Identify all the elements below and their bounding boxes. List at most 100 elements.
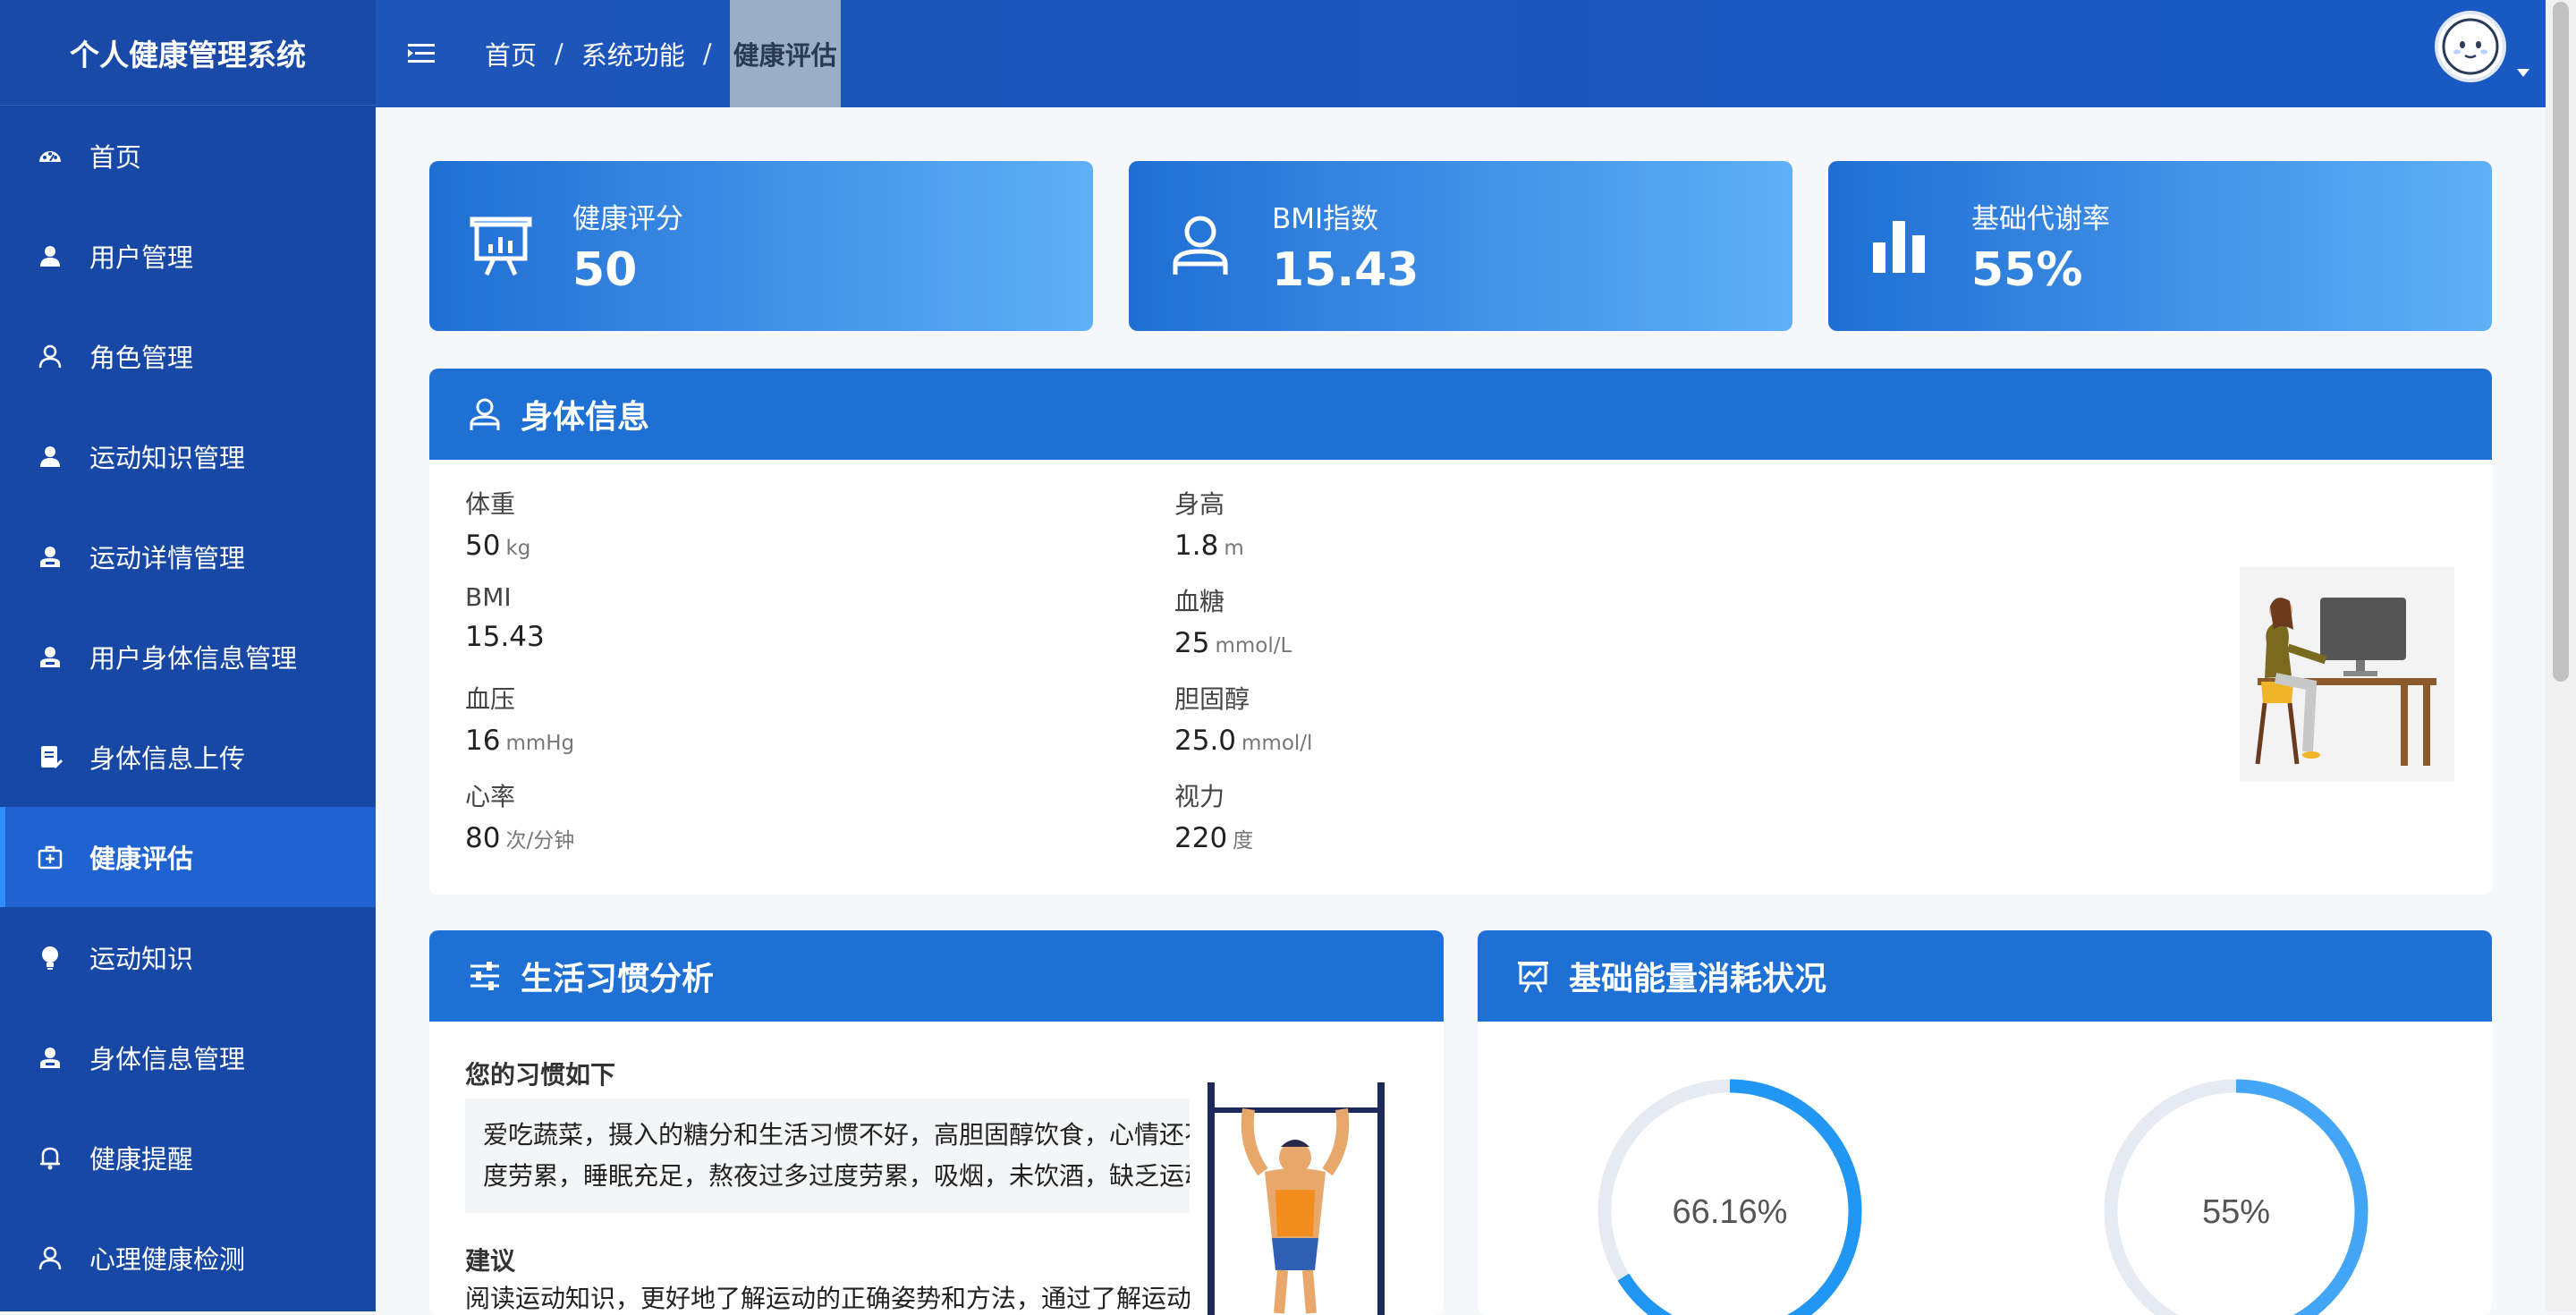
- info-vision: 视力 220 度: [1174, 777, 1801, 854]
- document-edit-icon: [34, 741, 66, 773]
- info-label: 身高: [1174, 489, 1225, 519]
- energy-rings: 66.16% 55%: [1597, 1079, 2368, 1315]
- info-value: 80: [465, 822, 501, 854]
- info-value: 16: [465, 725, 501, 757]
- info-label: BMI: [465, 582, 512, 612]
- user-badge-icon: [34, 540, 66, 573]
- sidebar-item-label: 心理健康检测: [89, 1244, 246, 1275]
- breadcrumb-section[interactable]: 系统功能: [581, 35, 685, 72]
- presentation-chart-icon: [1518, 962, 1548, 993]
- desk-worker-illustration: [2240, 567, 2454, 782]
- person-icon: [470, 398, 500, 430]
- info-unit: mmol/L: [1215, 634, 1292, 658]
- stat-label: 健康评分: [572, 202, 683, 235]
- user-badge-icon: [34, 1041, 66, 1073]
- stat-value: 55%: [1971, 242, 2083, 297]
- card-header: 生活习惯分析: [429, 930, 1444, 1022]
- breadcrumb-separator: /: [555, 38, 564, 69]
- avatar-face-icon: [2442, 18, 2499, 75]
- info-unit: mmHg: [505, 732, 575, 755]
- person-icon: [1173, 216, 1228, 275]
- bulb-icon: [34, 941, 66, 973]
- info-unit: 度: [1233, 829, 1254, 853]
- breadcrumb: 首页 / 系统功能 / 健康评估: [485, 0, 841, 107]
- sidebar-item-9[interactable]: 身体信息管理: [0, 1007, 376, 1107]
- stat-card-bmi: BMI指数 15.43: [1129, 161, 1792, 331]
- sidebar-item-0[interactable]: 首页: [0, 106, 376, 206]
- app-title: 个人健康管理系统: [0, 0, 376, 106]
- info-bmi: BMI 15.43: [465, 582, 1091, 653]
- info-weight: 体重 50 kg: [465, 485, 1091, 562]
- user-menu[interactable]: [2435, 11, 2529, 82]
- ring-label: 55%: [2202, 1193, 2270, 1231]
- info-value: 220: [1174, 822, 1228, 854]
- sidebar-item-5[interactable]: 用户身体信息管理: [0, 607, 376, 707]
- sidebar-menu: 首页用户管理角色管理运动知识管理 运动详情管理用户身体信息管理 身体信息上传健康评估…: [0, 106, 376, 1308]
- sidebar-item-label: 运动详情管理: [89, 543, 246, 573]
- habits-subtitle: 您的习惯如下: [465, 1060, 616, 1090]
- stat-value: 15.43: [1272, 242, 1419, 297]
- info-value: 50: [465, 530, 501, 562]
- stat-card-bmr: 基础代谢率 55%: [1828, 161, 2492, 331]
- stat-label: 基础代谢率: [1971, 202, 2110, 235]
- sidebar-item-label: 身体信息管理: [89, 1044, 246, 1074]
- sidebar-item-7[interactable]: 健康评估: [0, 807, 376, 907]
- suggestion-title: 建议: [465, 1246, 516, 1276]
- sidebar-item-label: 身体信息上传: [89, 743, 246, 774]
- info-cholesterol: 胆固醇 25.0 mmol/l: [1174, 680, 1801, 757]
- info-value: 15.43: [465, 621, 545, 653]
- card-title: 身体信息: [521, 399, 650, 436]
- info-value: 25.0: [1174, 725, 1237, 757]
- chevron-down-icon[interactable]: [2517, 69, 2529, 77]
- sidebar-item-3[interactable]: 运动知识管理: [0, 406, 376, 506]
- card-header: 身体信息: [429, 369, 2492, 460]
- ring-label: 66.16%: [1673, 1193, 1788, 1231]
- avatar[interactable]: [2435, 11, 2506, 82]
- sidebar-item-10[interactable]: 健康提醒: [0, 1107, 376, 1208]
- energy-card: 基础能量消耗状况 66.16% 55%: [1478, 930, 2492, 1315]
- sidebar-item-4[interactable]: 运动详情管理: [0, 506, 376, 607]
- body-info-card: 身体信息 体重 50 kg 身高 1.8 m BMI 15.43 血糖 25 mmol…: [429, 369, 2492, 895]
- info-label: 胆固醇: [1174, 684, 1250, 714]
- sidebar-item-6[interactable]: 身体信息上传: [0, 707, 376, 807]
- habits-text-box: 爱吃蔬菜，摄入的糖分和生活习惯不好，高胆固醇饮食，心情还不 度劳累，睡眠充足，熬…: [465, 1099, 1190, 1213]
- top-bar: 首页 / 系统功能 / 健康评估: [376, 0, 2546, 107]
- info-blood-pressure: 血压 16 mmHg: [465, 680, 1091, 757]
- sidebar-item-11[interactable]: 心理健康检测: [0, 1208, 376, 1308]
- scrollbar-thumb[interactable]: [2553, 2, 2569, 682]
- breadcrumb-current: 健康评估: [729, 0, 841, 107]
- sidebar-item-1[interactable]: 用户管理: [0, 206, 376, 306]
- stat-label: BMI指数: [1272, 202, 1379, 235]
- sidebar-item-label: 健康提醒: [89, 1144, 194, 1175]
- pull-up-illustration: [1208, 1082, 1385, 1315]
- stat-card-health-score: 健康评分 50: [429, 161, 1093, 331]
- card-title: 生活习惯分析: [521, 961, 715, 997]
- info-label: 血压: [465, 684, 516, 714]
- info-label: 血糖: [1174, 587, 1225, 616]
- sidebar-item-2[interactable]: 角色管理: [0, 306, 376, 406]
- dashboard-icon: [34, 140, 66, 172]
- sliders-icon: [470, 962, 499, 990]
- main-content: 健康评分 50 BMI指数 15.43 基础代谢率 55% 身体信息 体重 50…: [376, 107, 2546, 1315]
- sidebar-item-label: 用户身体信息管理: [89, 643, 298, 674]
- info-unit: m: [1224, 537, 1244, 560]
- breadcrumb-home[interactable]: 首页: [485, 35, 537, 72]
- info-unit: mmol/l: [1241, 732, 1313, 755]
- sidebar-item-label: 运动知识管理: [89, 443, 246, 473]
- user-icon: [34, 240, 66, 272]
- sidebar-item-label: 首页: [89, 142, 142, 173]
- sidebar-item-8[interactable]: 运动知识: [0, 907, 376, 1007]
- presentation-board-icon: [470, 216, 532, 276]
- breadcrumb-separator: /: [702, 38, 712, 69]
- card-title: 基础能量消耗状况: [1569, 961, 1827, 997]
- bar-chart-icon: [1873, 221, 1925, 273]
- sidebar-item-label: 角色管理: [89, 343, 194, 373]
- habits-text-line: 度劳累，睡眠充足，熬夜过多过度劳累，吸烟，未饮酒，缺乏运动: [483, 1161, 1190, 1191]
- info-value: 25: [1174, 627, 1210, 659]
- info-blood-sugar: 血糖 25 mmol/L: [1174, 582, 1801, 659]
- menu-toggle-icon[interactable]: [406, 38, 436, 69]
- stat-value: 50: [572, 242, 638, 297]
- page-scrollbar[interactable]: [2546, 0, 2576, 1311]
- info-label: 视力: [1174, 782, 1225, 811]
- card-header: 基础能量消耗状况: [1478, 930, 2492, 1022]
